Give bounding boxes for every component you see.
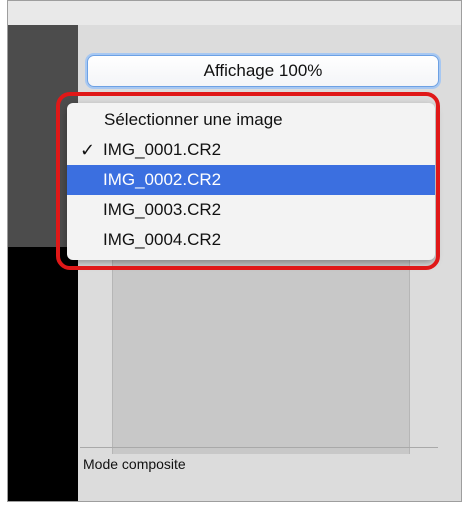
view-100-percent-button[interactable]: Affichage 100% (87, 55, 439, 87)
menu-item-img-0001[interactable]: ✓ IMG_0001.CR2 (67, 135, 435, 165)
checkmark-icon: ✓ (80, 140, 96, 160)
panel-separator (80, 447, 438, 448)
menu-item-label: IMG_0002.CR2 (103, 170, 222, 189)
menu-item-img-0003[interactable]: IMG_0003.CR2 (67, 195, 435, 225)
menu-item-label: IMG_0001.CR2 (103, 140, 222, 159)
menu-item-img-0004[interactable]: IMG_0004.CR2 (67, 225, 435, 255)
image-select-dropdown-menu[interactable]: Sélectionner une image ✓ IMG_0001.CR2 IM… (67, 103, 435, 260)
menu-header-select-image: Sélectionner une image (104, 110, 283, 129)
window-titlebar (8, 1, 461, 26)
image-canvas (8, 247, 78, 501)
composite-mode-label: Mode composite (83, 456, 186, 472)
menu-item-label: IMG_0004.CR2 (103, 230, 222, 249)
menu-item-img-0002[interactable]: IMG_0002.CR2 (67, 165, 435, 195)
menu-item-label: IMG_0003.CR2 (103, 200, 222, 219)
composite-preview-area (112, 236, 410, 454)
